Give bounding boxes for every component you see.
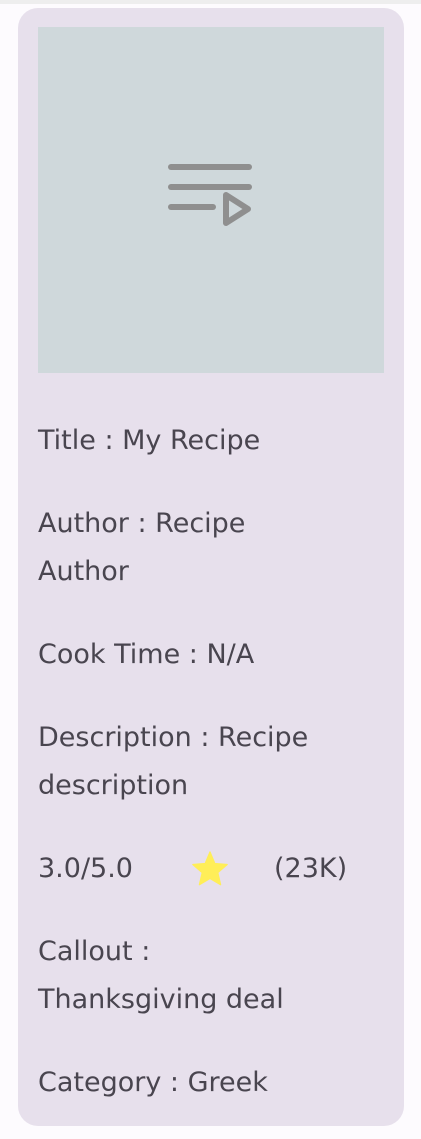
star-icon (190, 850, 274, 888)
top-divider (0, 0, 421, 4)
recipe-cook-time: Cook Time : N/A (38, 639, 255, 670)
recipe-callout: Callout : Thanksgiving deal (38, 936, 284, 1015)
rating-count: (23K) (274, 853, 348, 884)
recipe-card[interactable]: Title : My Recipe Author : Recipe Author… (18, 8, 404, 1126)
recipe-category: Category : Greek (38, 1067, 268, 1098)
rating-value: 3.0/5.0 (38, 853, 133, 884)
recipe-image-placeholder (38, 27, 384, 373)
recipe-description: Description : Recipe description (38, 722, 309, 801)
playlist-play-icon (168, 164, 252, 226)
recipe-rating: 3.0/5.0 (23K) (38, 845, 384, 893)
recipe-author: Author : Recipe Author (38, 508, 246, 587)
recipe-title: Title : My Recipe (38, 425, 261, 456)
